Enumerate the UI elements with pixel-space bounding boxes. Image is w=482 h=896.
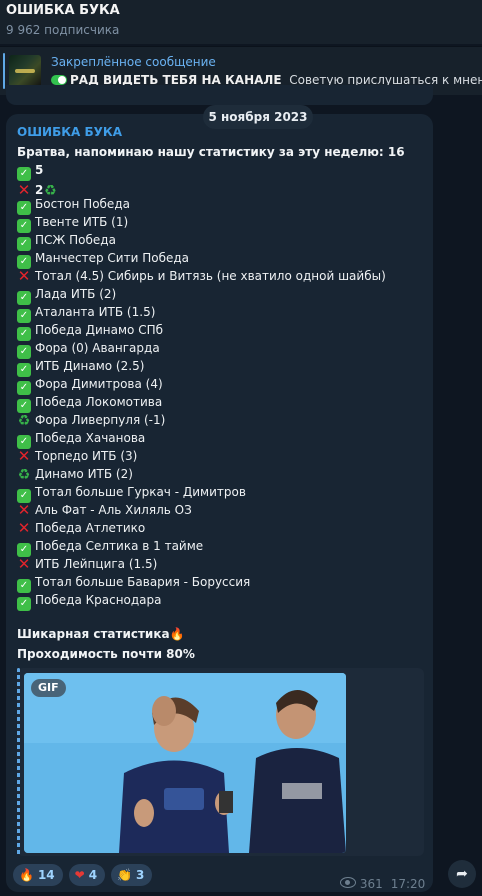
toggle-icon bbox=[51, 75, 67, 85]
bet-result-item: ✓ Тотал больше Гуркач - Димитров bbox=[17, 483, 386, 503]
share-button[interactable]: ➦ bbox=[448, 860, 476, 888]
stat-pass-rate: Проходимость почти 80% bbox=[17, 647, 195, 661]
previous-message bbox=[6, 85, 433, 105]
bet-result-item: ♻ Фора Ливерпуля (-1) bbox=[17, 411, 386, 429]
bet-result-item: ✓ Победа Динамо СПб bbox=[17, 321, 386, 341]
share-arrow-icon: ➦ bbox=[456, 866, 468, 882]
bet-result-text: Тотал (4.5) Сибирь и Витязь (не хватило … bbox=[35, 269, 386, 283]
bet-result-text: Победа Локомотива bbox=[35, 395, 163, 409]
bet-result-item: ✓ Лада ИТБ (2) bbox=[17, 285, 386, 305]
reaction-heart[interactable]: ❤ 4 bbox=[68, 864, 106, 886]
bet-results-list: ✓ Бостон Победа ✓ Твенте ИТБ (1) ✓ ПСЖ Победа… bbox=[17, 195, 386, 611]
recycle-icon: ♻ bbox=[17, 413, 31, 429]
reaction-count: 14 bbox=[37, 868, 55, 882]
bet-result-item: ✓ Фора Димитрова (4) bbox=[17, 375, 386, 395]
date-separator: 5 ноября 2023 bbox=[203, 105, 313, 129]
bet-result-item: ✓ Бостон Победа bbox=[17, 195, 386, 215]
bet-result-text: Тотал больше Гуркач - Димитров bbox=[35, 485, 246, 499]
intro-text: Братва, напоминаю нашу статистику за эту… bbox=[17, 145, 405, 159]
cross-icon: ✕ bbox=[17, 501, 31, 519]
bet-result-item: ✓ ИТБ Динамо (2.5) bbox=[17, 357, 386, 377]
bet-result-text: Твенте ИТБ (1) bbox=[35, 215, 129, 229]
message-meta: 361 17:20 bbox=[340, 877, 425, 891]
bet-result-item: ✓ Фора (0) Авангарда bbox=[17, 339, 386, 359]
bet-result-item: ✕ ИТБ Лейпцига (1.5) bbox=[17, 555, 386, 573]
channel-title[interactable]: ОШИБКА БУКА bbox=[6, 3, 120, 18]
bet-result-text: ИТБ Лейпцига (1.5) bbox=[35, 557, 158, 571]
bet-result-item: ✕ Аль Фат - Аль Хиляль ОЗ bbox=[17, 501, 386, 519]
pinned-label: Закреплённое сообщение bbox=[51, 55, 216, 69]
gif-illustration bbox=[24, 673, 346, 853]
bet-result-item: ✓ Победа Краснодара bbox=[17, 591, 386, 611]
views-info: 361 bbox=[340, 877, 383, 891]
reaction-count: 3 bbox=[136, 868, 145, 882]
bet-result-text: Победа Динамо СПб bbox=[35, 323, 163, 337]
bet-result-text: Победа Селтика в 1 тайме bbox=[35, 539, 204, 553]
bet-result-item: ✓ Твенте ИТБ (1) bbox=[17, 213, 386, 233]
bet-result-item: ✓ Аталанта ИТБ (1.5) bbox=[17, 303, 386, 323]
stat-headline: Шикарная статистика🔥 bbox=[17, 627, 185, 641]
cross-icon: ✕ bbox=[17, 519, 31, 537]
reaction-count: 4 bbox=[88, 868, 98, 882]
bet-result-item: ✓ Победа Хачанова bbox=[17, 429, 386, 449]
bet-result-item: ✕ Тотал (4.5) Сибирь и Витязь (не хватило… bbox=[17, 267, 386, 285]
cross-icon: ✕ bbox=[17, 555, 31, 573]
bet-result-item: ✕ Победа Атлетико bbox=[17, 519, 386, 537]
bet-result-text: Фора (0) Авангарда bbox=[35, 341, 160, 355]
eye-icon bbox=[340, 877, 356, 888]
gif-accent-bar bbox=[17, 668, 20, 856]
reaction-fire[interactable]: 🔥 14 bbox=[13, 864, 63, 886]
pinned-indicator bbox=[3, 53, 5, 89]
bet-result-item: ✓ Тотал больше Бавария - Боруссия bbox=[17, 573, 386, 593]
clap-icon: 👏 bbox=[117, 868, 133, 882]
message-time: 17:20 bbox=[390, 877, 426, 891]
message-intro: Братва, напоминаю нашу статистику за эту… bbox=[17, 143, 417, 199]
win-count: 5 bbox=[35, 163, 44, 177]
bet-result-text: Манчестер Сити Победа bbox=[35, 251, 190, 265]
bet-result-item: ✕ Торпедо ИТБ (3) bbox=[17, 447, 386, 465]
recycle-icon: ♻ bbox=[17, 467, 31, 483]
bet-result-item: ✓ Победа Локомотива bbox=[17, 393, 386, 413]
view-count: 361 bbox=[359, 877, 383, 891]
fire-icon: 🔥 bbox=[169, 627, 185, 641]
bet-result-text: Фора Ливерпуля (-1) bbox=[35, 413, 166, 427]
stat-headline-text: Шикарная статистика bbox=[17, 627, 170, 641]
check-icon: ✓ bbox=[17, 167, 31, 181]
bet-result-text: Торпедо ИТБ (3) bbox=[35, 449, 138, 463]
bet-result-text: Фора Димитрова (4) bbox=[35, 377, 163, 391]
bet-result-text: Аль Фат - Аль Хиляль ОЗ bbox=[35, 503, 192, 517]
bet-result-item: ✓ Победа Селтика в 1 тайме bbox=[17, 537, 386, 557]
reaction-clap[interactable]: 👏 3 bbox=[111, 864, 153, 886]
bet-result-text: ИТБ Динамо (2.5) bbox=[35, 359, 145, 373]
bet-result-text: ПСЖ Победа bbox=[35, 233, 116, 247]
bet-result-text: Победа Атлетико bbox=[35, 521, 146, 535]
bet-result-text: Бостон Победа bbox=[35, 197, 130, 211]
cross-icon: ✕ bbox=[17, 267, 31, 285]
cross-icon: ✕ bbox=[17, 447, 31, 465]
message-author[interactable]: ОШИБКА БУКА bbox=[17, 125, 122, 139]
bet-result-text: Лада ИТБ (2) bbox=[35, 287, 117, 301]
bet-result-item: ✓ ПСЖ Победа bbox=[17, 231, 386, 251]
check-icon: ✓ bbox=[17, 597, 31, 611]
bet-result-text: Аталанта ИТБ (1.5) bbox=[35, 305, 156, 319]
bet-result-text: Победа Хачанова bbox=[35, 431, 146, 445]
subscriber-count: 9 962 подписчика bbox=[6, 23, 120, 37]
pinned-thumbnail bbox=[9, 55, 41, 87]
bet-result-item: ✓ Манчестер Сити Победа bbox=[17, 249, 386, 269]
bet-result-text: Тотал больше Бавария - Боруссия bbox=[35, 575, 251, 589]
bet-result-text: Победа Краснодара bbox=[35, 593, 162, 607]
reactions-bar: 🔥 14 ❤ 4 👏 3 bbox=[13, 864, 153, 886]
gif-preview[interactable] bbox=[24, 673, 346, 853]
bet-result-item: ♻ Динамо ИТБ (2) bbox=[17, 465, 386, 483]
heart-icon: ❤ bbox=[74, 868, 85, 882]
gif-badge: GIF bbox=[31, 679, 66, 697]
bet-result-text: Динамо ИТБ (2) bbox=[35, 467, 133, 481]
channel-header[interactable]: ОШИБКА БУКА 9 962 подписчика bbox=[0, 0, 482, 44]
fire-icon: 🔥 bbox=[19, 868, 34, 882]
